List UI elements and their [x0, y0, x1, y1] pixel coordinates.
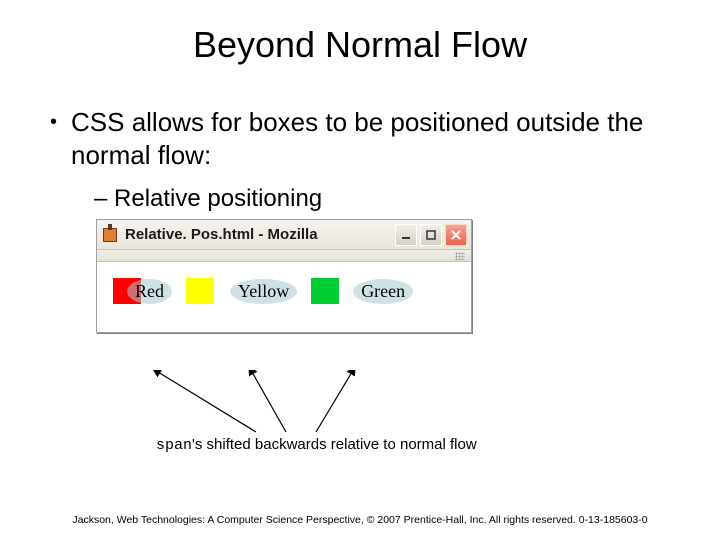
browser-window-illustration: Relative. Pos.html - Mozilla Red Yellow …	[96, 219, 472, 333]
browser-content-area: Red Yellow Green	[97, 262, 471, 332]
color-swatch-row: Red Yellow Green	[113, 278, 427, 304]
window-buttons-group	[395, 224, 467, 246]
caption-text: span's shifted backwards relative to nor…	[156, 436, 477, 454]
caption-code: span	[156, 437, 192, 454]
mozilla-app-icon	[101, 226, 119, 244]
caption-rest: 's shifted backwards relative to normal …	[192, 436, 477, 453]
browser-titlebar: Relative. Pos.html - Mozilla	[97, 220, 471, 250]
bullet-level-2: – Relative positioning	[94, 185, 670, 213]
bullet-level-1: • CSS allows for boxes to be positioned …	[50, 106, 670, 171]
yellow-swatch	[186, 278, 214, 304]
green-swatch	[311, 278, 339, 304]
browser-title-text: Relative. Pos.html - Mozilla	[125, 226, 395, 243]
bullet-1-text: CSS allows for boxes to be positioned ou…	[71, 106, 670, 171]
close-icon	[450, 229, 462, 241]
bullet-dot: •	[50, 110, 57, 135]
slide-footer: Jackson, Web Technologies: A Computer Sc…	[0, 514, 720, 526]
slide-title: Beyond Normal Flow	[0, 0, 720, 66]
red-label-span: Red	[127, 279, 172, 304]
close-button[interactable]	[445, 224, 467, 246]
yellow-label-span: Yellow	[230, 279, 297, 304]
green-label-span: Green	[353, 279, 413, 304]
toolbar-grip-icon	[455, 252, 465, 260]
maximize-button[interactable]	[420, 224, 442, 246]
callout-arrows	[96, 370, 576, 490]
minimize-button[interactable]	[395, 224, 417, 246]
maximize-icon	[425, 229, 437, 241]
browser-toolbar-strip	[97, 250, 471, 262]
bullet-list: • CSS allows for boxes to be positioned …	[50, 106, 670, 213]
minimize-icon	[400, 229, 412, 241]
